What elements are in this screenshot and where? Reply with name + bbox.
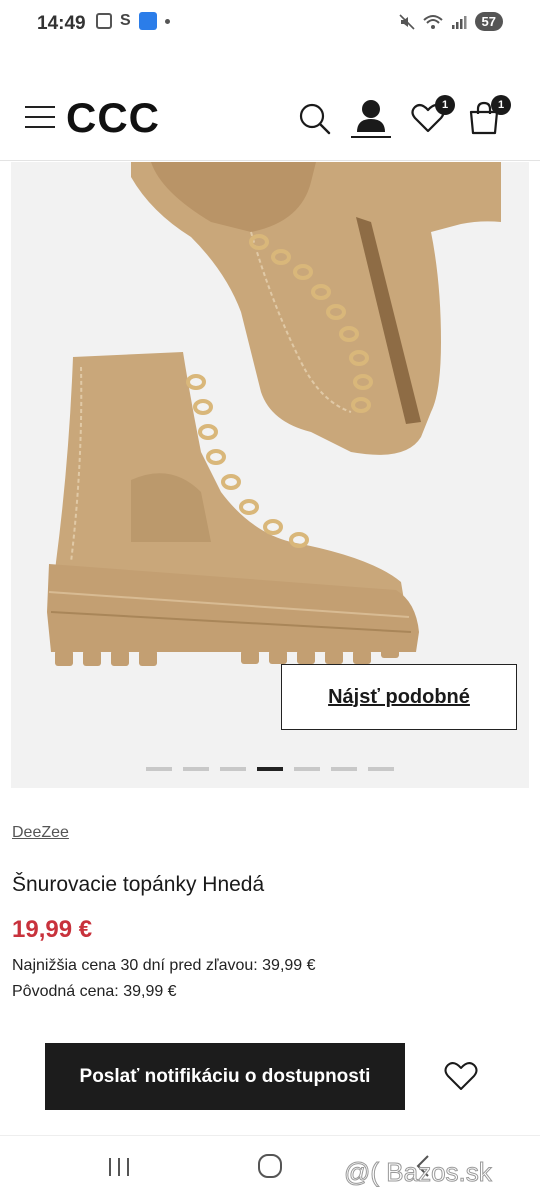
product-title: Šnurovacie topánky Hnedá [12,873,265,896]
lowest-price-info: Najnižšia cena 30 dní pred zľavou: 39,99… [12,957,316,974]
add-to-wishlist-heart-icon[interactable] [444,1059,478,1093]
notify-availability-button[interactable]: Poslať notifikáciu o dostupnosti [45,1043,405,1110]
gallery-dot[interactable] [331,767,357,771]
battery-icon: 57 [474,12,503,31]
cart-count-badge: 1 [491,95,511,115]
gallery-dot[interactable] [146,767,172,771]
gallery-dot[interactable] [220,767,246,771]
recent-apps-icon[interactable] [106,1154,132,1180]
gallery-dot[interactable] [183,767,209,771]
product-image-gallery[interactable]: Nájsť podobné [11,162,529,788]
status-left-icons: S [96,12,170,30]
status-time: 14:49 [37,13,86,34]
ccc-logo[interactable]: CCC [66,94,160,142]
status-right-icons: 57 [398,12,503,31]
wishlist-button[interactable]: 1 [410,95,455,136]
search-icon[interactable] [298,102,332,136]
gallery-dot[interactable] [294,767,320,771]
s-app-icon: S [120,12,131,29]
svg-text:@( Bazos.sk: @( Bazos.sk [344,1157,493,1187]
user-icon[interactable] [349,98,393,140]
gallery-pagination [146,767,394,771]
gallery-dot[interactable] [368,767,394,771]
original-price-info: Pôvodná cena: 39,99 € [12,983,177,1000]
home-icon[interactable] [256,1152,284,1180]
gallery-dot[interactable] [257,767,283,771]
signal-icon [451,15,467,29]
dot-icon [164,18,170,24]
wishlist-count-badge: 1 [435,95,455,115]
mute-icon [398,13,415,30]
find-similar-button[interactable]: Nájsť podobné [281,664,517,730]
screenshot-icon [96,13,112,29]
cart-button[interactable]: 1 [466,95,511,136]
brand-link[interactable]: DeeZee [12,824,69,842]
product-price: 19,99 € [12,916,93,943]
status-bar: 14:49 S 57 [0,0,540,48]
hamburger-menu-icon[interactable] [25,106,55,128]
bazos-watermark: @( Bazos.sk [344,1157,494,1188]
wifi-icon [422,14,443,29]
blue-app-icon [138,12,157,30]
site-header: CCC 1 1 [0,80,540,161]
